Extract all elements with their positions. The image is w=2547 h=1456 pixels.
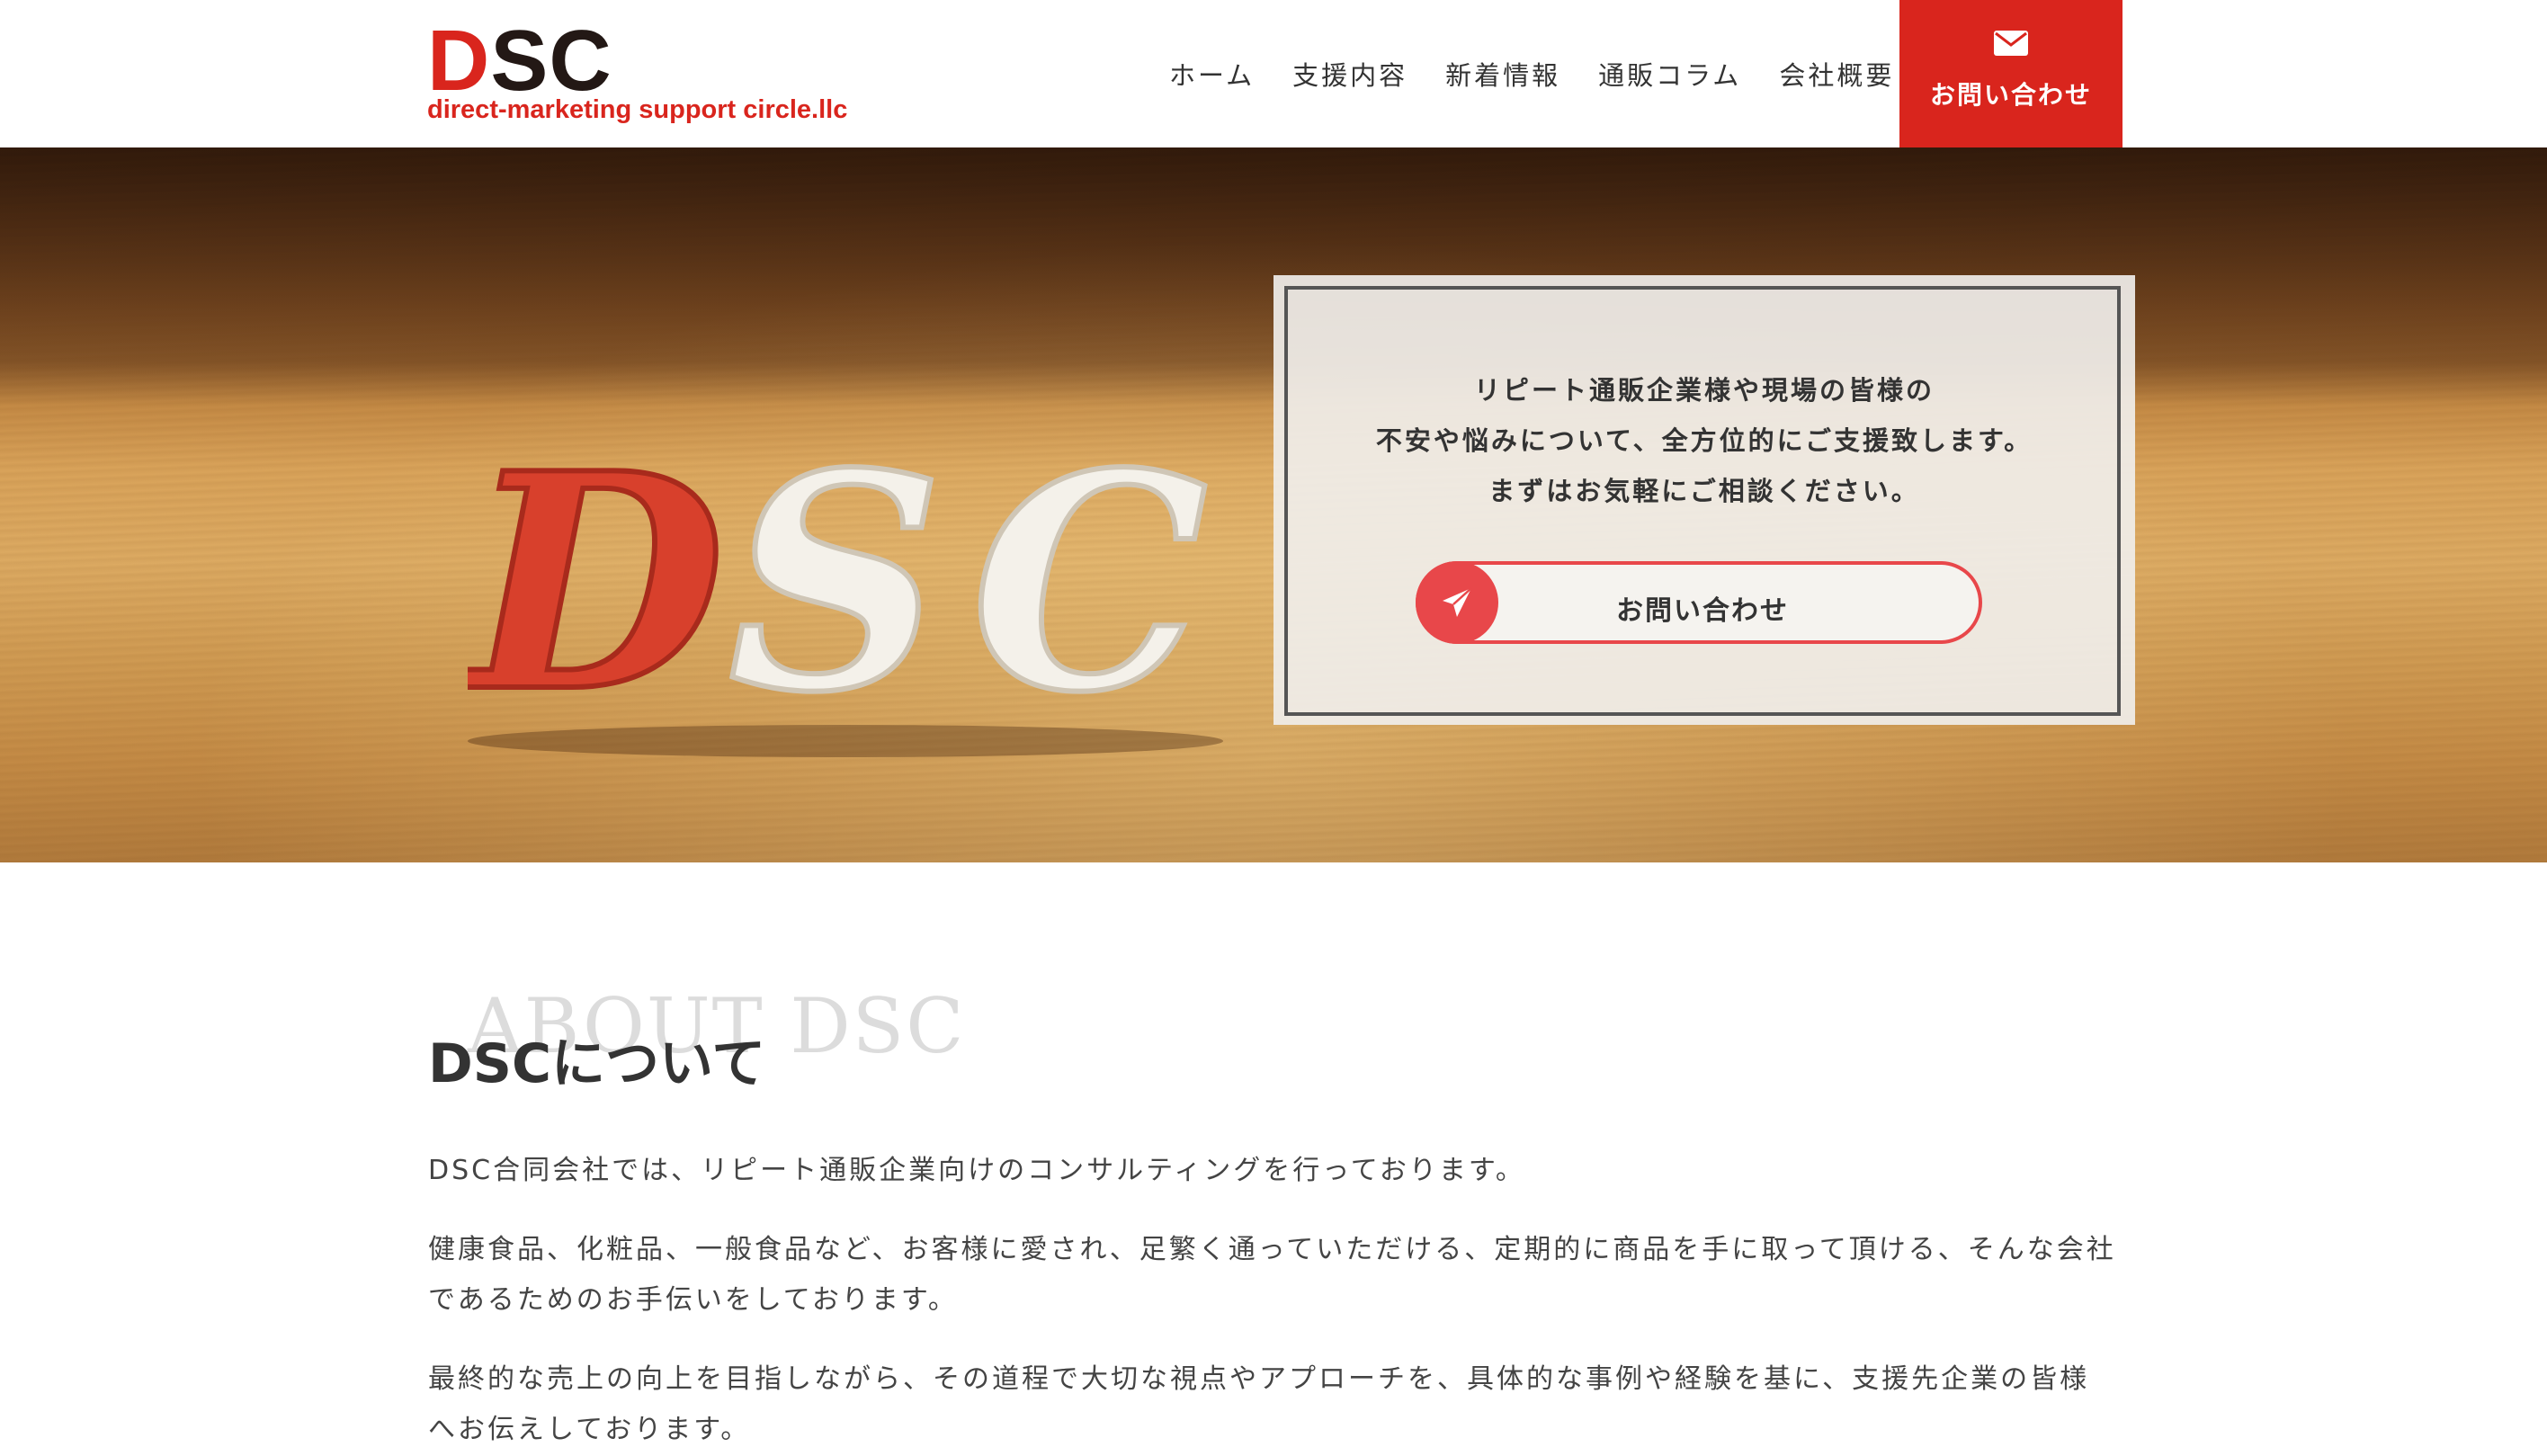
hero-letter-c: C — [971, 408, 1208, 757]
hero-line-2: 不安や悩みについて、全方位的にご支援致します。 — [1375, 425, 2033, 456]
nav-item-column[interactable]: 通販コラム — [1598, 55, 1741, 93]
hero-letter-d: D — [468, 408, 728, 757]
hero-line-1: リピート通販企業様や現場の皆様の — [1473, 375, 1935, 406]
nav-item-news[interactable]: 新着情報 — [1445, 55, 1560, 93]
hero-message: リピート通販企業様や現場の皆様の 不安や悩みについて、全方位的にご支援致します。… — [1274, 365, 2135, 516]
about-paragraph-1: DSC合同会社では、リピート通販企業向けのコンサルティングを行っております。 — [428, 1155, 1525, 1186]
about-paragraph-2: 健康食品、化粧品、一般食品など、お客様に愛され、足繁く通っていただける、定期的に… — [428, 1234, 2116, 1316]
logo-letters-sc: SC — [490, 13, 612, 109]
hero-line-3: まずはお気軽にご相談ください。 — [1488, 476, 1920, 506]
main-nav: ホーム 支援内容 新着情報 通販コラム 会社概要 — [1169, 0, 1894, 147]
envelope-icon — [1994, 31, 2028, 56]
hero-letter-s: S — [728, 408, 943, 757]
nav-item-services[interactable]: 支援内容 — [1292, 55, 1408, 93]
hero-dsc-letters: DSC — [456, 363, 1223, 760]
logo-tagline: direct-marketing support circle.llc — [427, 95, 848, 124]
hero-contact-button[interactable]: お問い合わせ — [1416, 561, 1982, 644]
logo-mark: DSC — [427, 18, 612, 104]
nav-item-company[interactable]: 会社概要 — [1779, 55, 1894, 93]
hero-contact-label: お問い合わせ — [1616, 595, 1789, 627]
about-title: DSCについて — [428, 1032, 766, 1095]
header-contact-button[interactable]: お問い合わせ — [1899, 0, 2122, 147]
site-logo[interactable]: DSC direct-marketing support circle.llc — [427, 18, 895, 126]
hero-letters-image: DSC — [456, 406, 1223, 760]
hero-message-box: リピート通販企業様や現場の皆様の 不安や悩みについて、全方位的にご支援致します。… — [1274, 275, 2135, 725]
nav-item-home[interactable]: ホーム — [1169, 55, 1255, 93]
about-paragraph-3: 最終的な売上の向上を目指しながら、その道程で大切な視点やアプローチを、具体的な事… — [428, 1363, 2090, 1445]
site-header: DSC direct-marketing support circle.llc … — [0, 0, 2547, 147]
hero-banner: DSC リピート通販企業様や現場の皆様の 不安や悩みについて、全方位的にご支援致… — [0, 147, 2547, 862]
header-contact-label: お問い合わせ — [1929, 80, 2092, 110]
logo-letter-d: D — [427, 13, 491, 109]
hero-letter-d: DSC — [468, 408, 1208, 757]
